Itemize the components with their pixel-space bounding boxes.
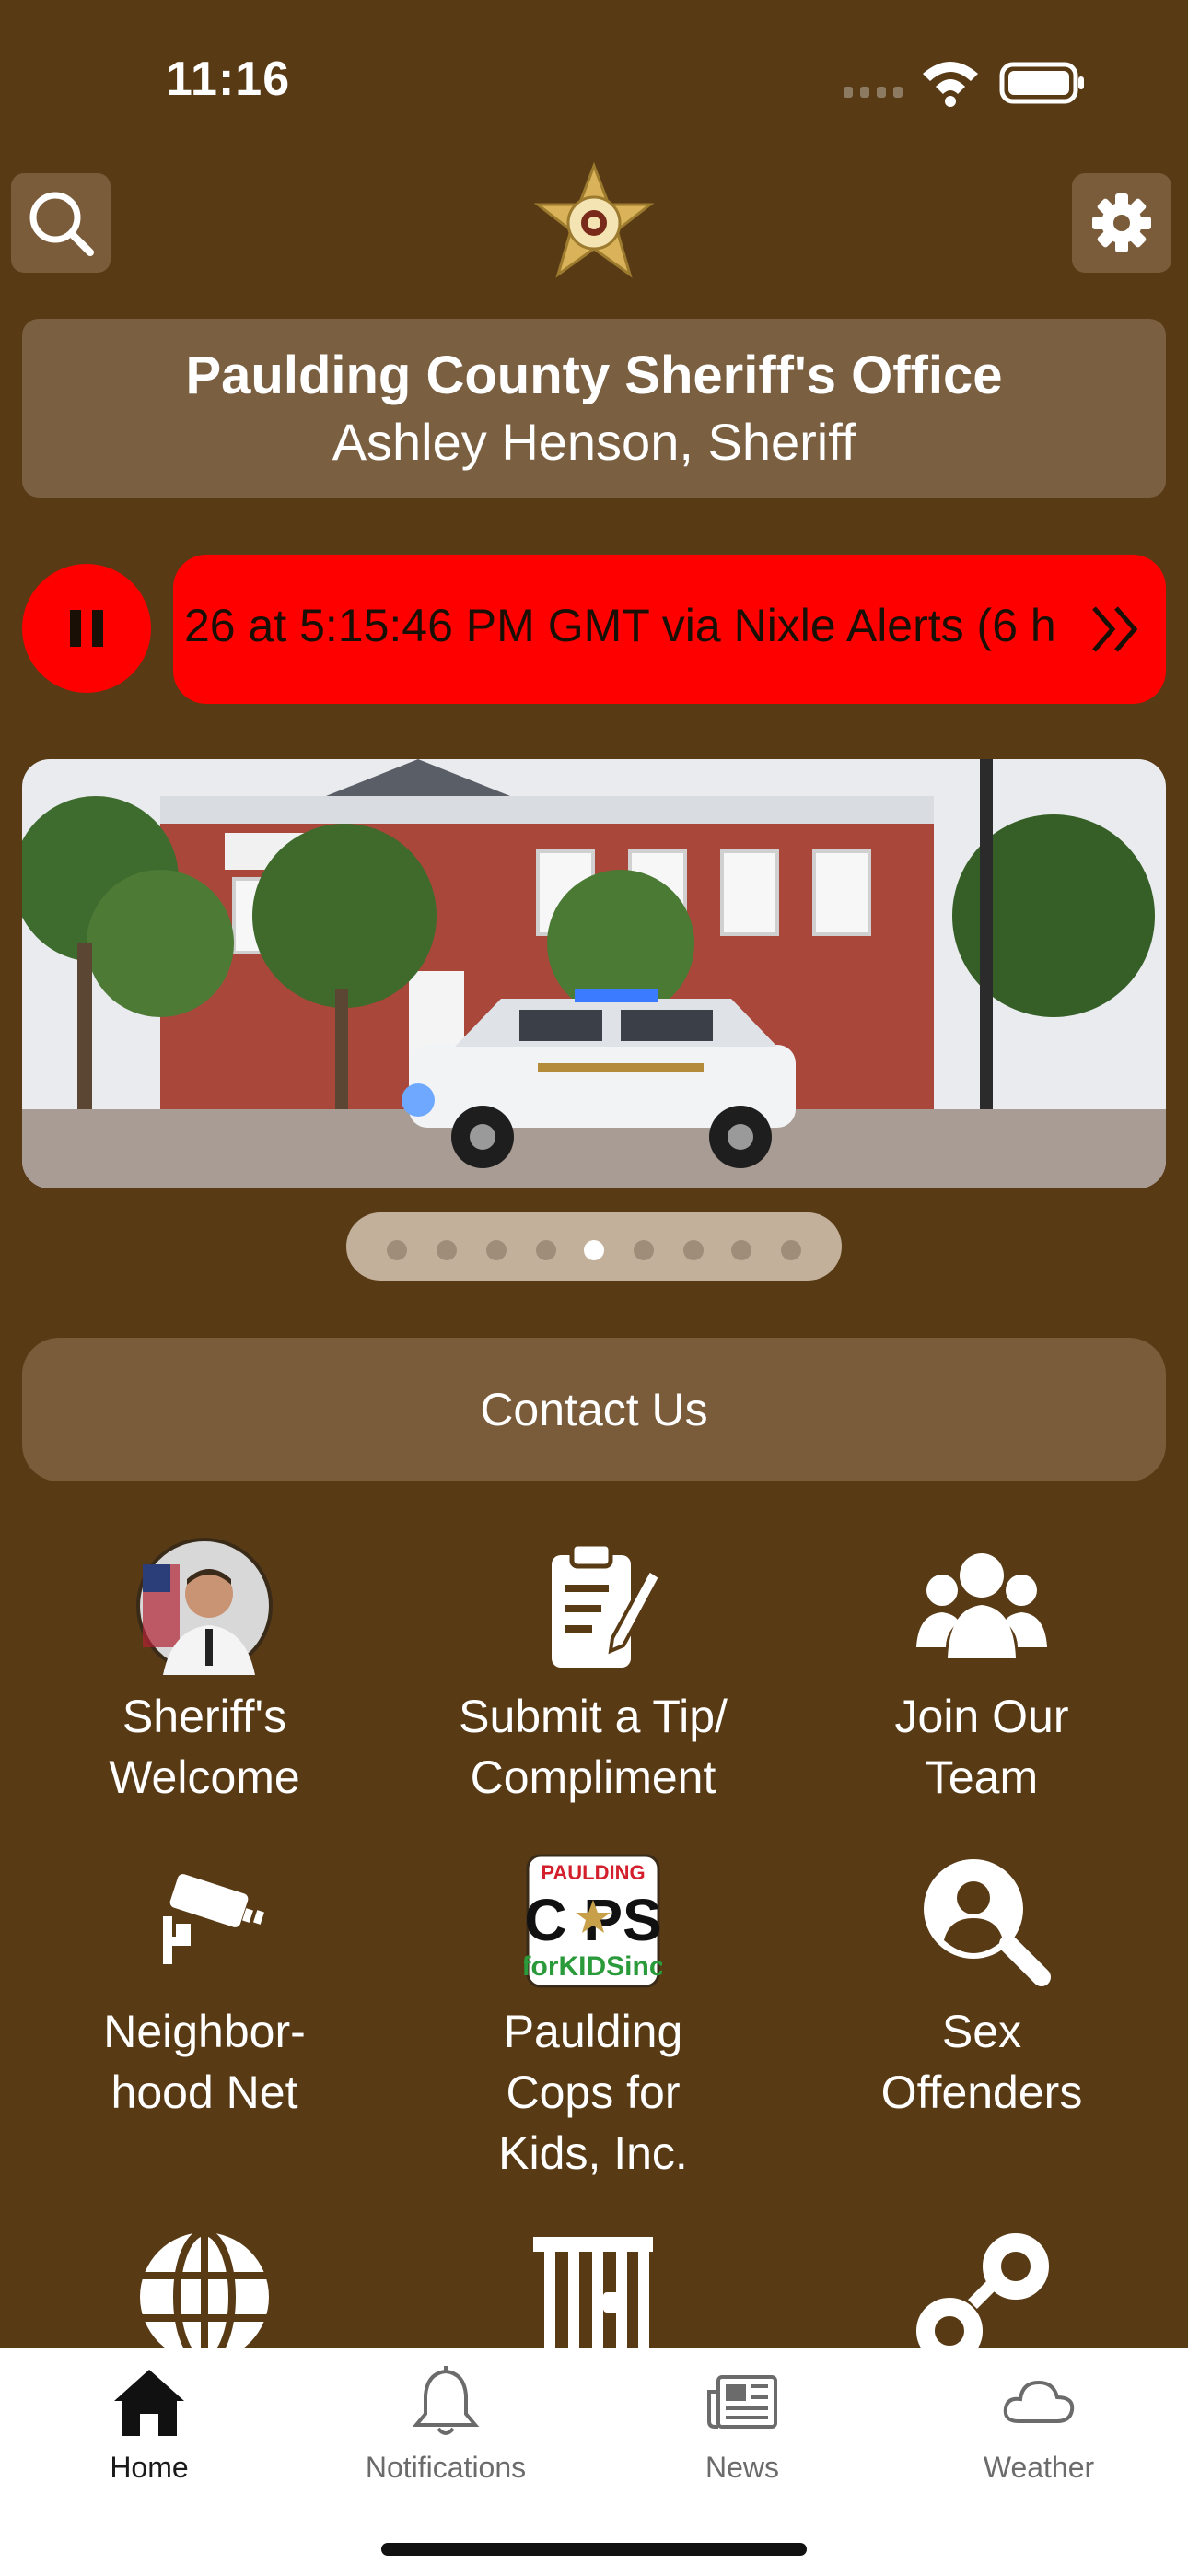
ticker-text: 26 at 5:15:46 PM GMT via Nixle Alerts (6… bbox=[184, 600, 1056, 651]
tile-arrests[interactable] bbox=[788, 2228, 1175, 2366]
tab-label: Home bbox=[110, 2451, 189, 2484]
svg-text:forKIDSinc: forKIDSinc bbox=[524, 1951, 662, 1982]
tile-label: Paulding Cops for Kids, Inc. bbox=[498, 2006, 688, 2179]
page-dot-active[interactable] bbox=[584, 1240, 604, 1260]
tab-label: Notifications bbox=[365, 2451, 527, 2484]
page-dot[interactable] bbox=[437, 1240, 457, 1260]
page-dot[interactable] bbox=[683, 1240, 704, 1260]
jail-bars-icon bbox=[533, 2237, 653, 2366]
settings-button[interactable] bbox=[1072, 173, 1171, 273]
cops-for-kids-logo-icon: PAULDING C PS forKIDSinc bbox=[524, 1854, 662, 1988]
tab-news[interactable]: News bbox=[632, 2364, 853, 2485]
tile-neighborhood-net[interactable]: Neighbor- hood Net bbox=[11, 1852, 398, 2123]
sheriff-star-badge-logo bbox=[533, 162, 655, 278]
tile-web[interactable] bbox=[11, 2228, 398, 2366]
tab-label: News bbox=[705, 2451, 779, 2484]
gear-icon bbox=[1092, 193, 1151, 252]
tile-sheriffs-welcome[interactable]: Sheriff's Welcome bbox=[11, 1537, 398, 1808]
page-title: Paulding County Sheriff's Office bbox=[185, 345, 1003, 405]
page-dot[interactable] bbox=[536, 1240, 556, 1260]
tab-label: Weather bbox=[983, 2451, 1095, 2484]
alert-ticker[interactable]: 26 at 5:15:46 PM GMT via Nixle Alerts (6… bbox=[173, 555, 1166, 704]
battery-icon bbox=[999, 62, 1084, 104]
tile-label: Sex Offenders bbox=[880, 2006, 1083, 2118]
tab-weather[interactable]: Weather bbox=[928, 2364, 1149, 2485]
people-group-icon bbox=[916, 1553, 1047, 1658]
ticker-pause-button[interactable] bbox=[22, 564, 151, 693]
newspaper-icon bbox=[707, 2375, 777, 2429]
search-person-icon bbox=[924, 1859, 1051, 1986]
tab-notifications[interactable]: Notifications bbox=[335, 2364, 556, 2485]
tile-sex-offenders[interactable]: Sex Offenders bbox=[788, 1852, 1175, 2123]
sheriff-photo-icon bbox=[136, 1538, 273, 1675]
page-dot[interactable] bbox=[387, 1240, 407, 1260]
cloud-icon bbox=[1003, 2380, 1075, 2423]
globe-icon bbox=[140, 2229, 269, 2365]
svg-text:PAULDING: PAULDING bbox=[541, 1861, 645, 1884]
bell-icon bbox=[412, 2366, 480, 2435]
cellular-signal-icon bbox=[844, 87, 903, 98]
tile-label: Submit a Tip/ Compliment bbox=[459, 1691, 728, 1803]
tile-paulding-cops-for-kids[interactable]: PAULDING C PS forKIDSinc Paulding Cops f… bbox=[400, 1852, 786, 2184]
search-button[interactable] bbox=[11, 173, 111, 273]
handcuffs-icon bbox=[916, 2233, 1049, 2364]
carousel-page-indicator[interactable] bbox=[346, 1212, 842, 1281]
page-dot[interactable] bbox=[486, 1240, 507, 1260]
home-icon bbox=[114, 2370, 184, 2436]
pause-icon bbox=[70, 610, 103, 647]
tile-join-our-team[interactable]: Join Our Team bbox=[788, 1537, 1175, 1808]
tile-label: Sheriff's Welcome bbox=[109, 1691, 300, 1803]
search-icon bbox=[29, 192, 94, 256]
page-dot[interactable] bbox=[731, 1240, 751, 1260]
clipboard-pen-icon bbox=[552, 1541, 662, 1668]
bottom-tab-bar: Home Notifications News Weather bbox=[0, 2348, 1188, 2576]
tile-submit-tip[interactable]: Submit a Tip/ Compliment bbox=[400, 1537, 786, 1808]
tile-label: Neighbor- hood Net bbox=[103, 2006, 306, 2118]
header-card: Paulding County Sheriff's Office Ashley … bbox=[22, 319, 1166, 498]
hero-carousel-image[interactable] bbox=[22, 759, 1166, 1188]
status-icons bbox=[844, 62, 1084, 107]
contact-us-button[interactable]: Contact Us bbox=[22, 1338, 1166, 1481]
tile-jail[interactable] bbox=[400, 2228, 786, 2366]
double-chevron-right-icon[interactable] bbox=[1089, 597, 1144, 662]
status-time: 11:16 bbox=[166, 53, 291, 106]
page-dot[interactable] bbox=[634, 1240, 654, 1260]
page-subtitle: Ashley Henson, Sheriff bbox=[332, 413, 856, 471]
tab-home[interactable]: Home bbox=[39, 2364, 260, 2485]
home-indicator[interactable] bbox=[381, 2543, 807, 2556]
security-camera-icon bbox=[163, 1874, 264, 1964]
page-dot[interactable] bbox=[781, 1240, 801, 1260]
wifi-icon bbox=[923, 62, 978, 107]
tile-label: Join Our Team bbox=[894, 1691, 1069, 1803]
